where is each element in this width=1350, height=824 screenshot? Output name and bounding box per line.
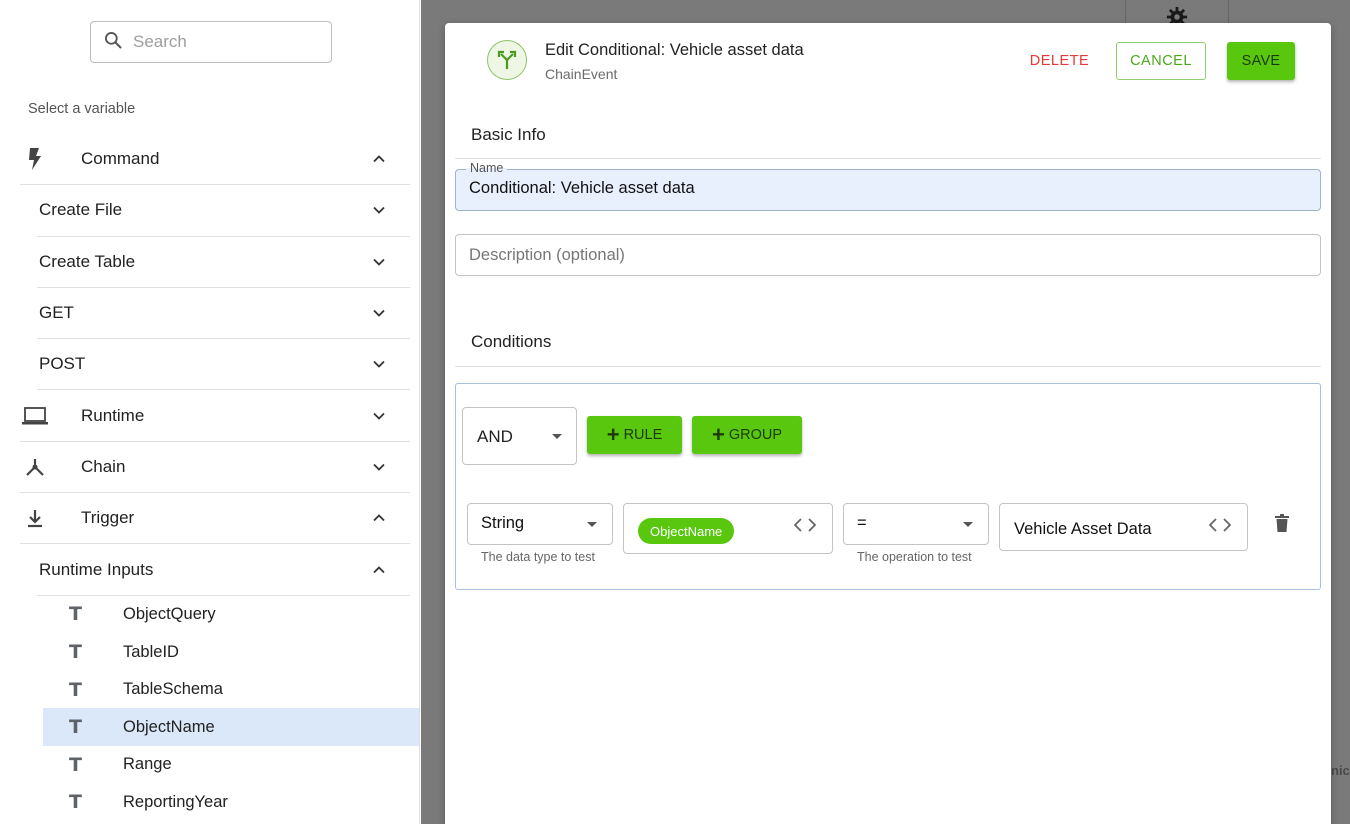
chevron-down-icon[interactable] bbox=[372, 306, 386, 320]
variable-label: ObjectName bbox=[123, 717, 215, 736]
value-field[interactable]: Vehicle Asset Data bbox=[999, 503, 1248, 551]
data-type-select[interactable]: String bbox=[467, 503, 613, 545]
dropdown-caret-icon bbox=[963, 522, 973, 527]
variable-reportingyear[interactable]: T ReportingYear bbox=[43, 784, 419, 822]
chevron-down-icon[interactable] bbox=[372, 255, 386, 269]
category-command[interactable]: Command bbox=[20, 134, 410, 186]
conditional-branch-icon bbox=[487, 40, 527, 80]
chevron-up-icon[interactable] bbox=[372, 563, 386, 577]
chevron-down-icon[interactable] bbox=[372, 460, 386, 474]
item-label: Create Table bbox=[39, 251, 136, 271]
basic-info-divider bbox=[455, 158, 1321, 159]
variable-objectname[interactable]: T ObjectName bbox=[43, 708, 419, 747]
dropdown-caret-icon bbox=[587, 522, 597, 527]
item-label: POST bbox=[39, 354, 86, 374]
variable-label: TableID bbox=[123, 642, 179, 661]
trigger-item-runtime-inputs[interactable]: Runtime Inputs bbox=[37, 544, 410, 596]
variable-chip[interactable]: ObjectName bbox=[638, 518, 735, 544]
delete-rule-icon[interactable] bbox=[1274, 514, 1290, 532]
dialog-subtitle: ChainEvent bbox=[545, 66, 618, 82]
category-label: Chain bbox=[81, 456, 126, 476]
text-type-icon: T bbox=[69, 603, 82, 626]
variable-label: ObjectQuery bbox=[123, 604, 216, 623]
dialog-title: Edit Conditional: Vehicle asset data bbox=[545, 41, 804, 59]
command-item-get[interactable]: GET bbox=[37, 288, 410, 340]
code-toggle-icon[interactable] bbox=[1209, 518, 1231, 532]
text-type-icon: T bbox=[69, 678, 82, 701]
lightning-icon bbox=[22, 146, 48, 172]
variable-range[interactable]: T Range bbox=[43, 746, 419, 784]
operator-select[interactable]: = bbox=[843, 503, 989, 545]
command-item-post[interactable]: POST bbox=[37, 339, 410, 391]
text-type-icon: T bbox=[69, 791, 82, 814]
add-group-label: GROUP bbox=[728, 427, 783, 443]
data-type-value: String bbox=[481, 514, 525, 532]
operator-helper: The operation to test bbox=[857, 550, 972, 564]
basic-info-heading: Basic Info bbox=[471, 125, 546, 144]
text-type-icon: T bbox=[69, 716, 82, 739]
add-rule-label: RULE bbox=[623, 427, 663, 443]
conditions-divider bbox=[455, 366, 1321, 367]
variable-label: Range bbox=[123, 755, 172, 774]
combinator-value: AND bbox=[477, 427, 513, 446]
description-input[interactable] bbox=[469, 246, 1289, 265]
value-text: Vehicle Asset Data bbox=[1014, 520, 1152, 538]
variable-label: ReportingYear bbox=[123, 792, 228, 811]
item-label: GET bbox=[39, 303, 74, 323]
data-type-helper: The data type to test bbox=[481, 550, 595, 564]
text-type-icon: T bbox=[69, 753, 82, 776]
command-item-create-file[interactable]: Create File bbox=[37, 185, 410, 237]
variable-tree: Command Create File Create Table GET POS… bbox=[20, 134, 419, 822]
item-label: Runtime Inputs bbox=[39, 559, 154, 579]
save-button[interactable]: SAVE bbox=[1227, 42, 1295, 80]
delete-button[interactable]: DELETE bbox=[1026, 42, 1093, 80]
runtime-inputs-list: T ObjectQuery T TableID T TableSchema T … bbox=[20, 596, 419, 822]
chevron-down-icon[interactable] bbox=[372, 409, 386, 423]
trigger-download-icon bbox=[22, 505, 48, 531]
search-input[interactable] bbox=[133, 32, 323, 52]
condition-group: AND + RULE + GROUP String The data type … bbox=[455, 383, 1321, 590]
code-toggle-icon[interactable] bbox=[794, 518, 816, 532]
category-label: Runtime bbox=[81, 405, 145, 425]
select-variable-label: Select a variable bbox=[28, 101, 136, 117]
dropdown-caret-icon bbox=[552, 434, 562, 439]
add-group-button[interactable]: + GROUP bbox=[692, 416, 802, 454]
variable-tableid[interactable]: T TableID bbox=[43, 633, 419, 671]
category-label: Trigger bbox=[81, 508, 135, 528]
text-type-icon: T bbox=[69, 641, 82, 664]
name-field[interactable]: Name bbox=[455, 161, 1321, 211]
edit-conditional-dialog: Edit Conditional: Vehicle asset data Cha… bbox=[445, 23, 1331, 824]
category-trigger[interactable]: Trigger bbox=[20, 493, 410, 545]
description-field[interactable] bbox=[455, 234, 1321, 276]
variable-sidebar: Select a variable Command Create File Cr… bbox=[0, 0, 420, 824]
variable-objectquery[interactable]: T ObjectQuery bbox=[43, 596, 419, 634]
combinator-select[interactable]: AND bbox=[462, 407, 577, 465]
cancel-button[interactable]: CANCEL bbox=[1116, 42, 1206, 80]
plus-icon: + bbox=[711, 422, 725, 447]
laptop-icon bbox=[22, 403, 48, 429]
chain-fork-icon bbox=[22, 454, 48, 480]
plus-icon: + bbox=[606, 422, 620, 447]
command-item-create-table[interactable]: Create Table bbox=[37, 237, 410, 288]
chevron-up-icon[interactable] bbox=[372, 511, 386, 525]
conditions-heading: Conditions bbox=[471, 332, 552, 351]
operator-value: = bbox=[857, 514, 867, 532]
variable-field[interactable]: ObjectName bbox=[623, 503, 833, 554]
variable-label: TableSchema bbox=[123, 680, 223, 699]
chevron-down-icon[interactable] bbox=[372, 357, 386, 371]
name-field-label: Name bbox=[466, 161, 508, 175]
variable-tableschema[interactable]: T TableSchema bbox=[43, 671, 419, 709]
search-icon bbox=[103, 30, 123, 55]
chevron-up-icon[interactable] bbox=[372, 152, 386, 166]
category-runtime[interactable]: Runtime bbox=[20, 390, 410, 442]
category-label: Command bbox=[81, 149, 160, 169]
name-input[interactable] bbox=[469, 179, 1289, 198]
item-label: Create File bbox=[39, 200, 123, 220]
chevron-down-icon[interactable] bbox=[372, 203, 386, 217]
search-box[interactable] bbox=[90, 21, 332, 63]
add-rule-button[interactable]: + RULE bbox=[587, 416, 682, 454]
background-partial-text: nic bbox=[1331, 763, 1350, 778]
category-chain[interactable]: Chain bbox=[20, 442, 410, 494]
